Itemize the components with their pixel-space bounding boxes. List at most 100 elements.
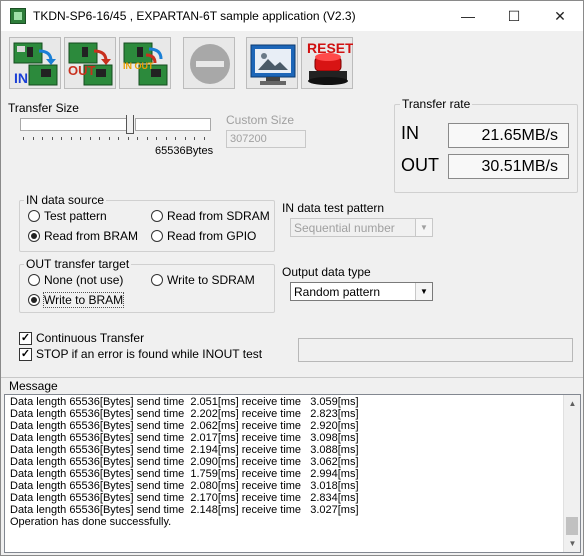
message-line: Data length 65536[Bytes] send time 2.080… [10,480,359,492]
svg-text:IN OUT: IN OUT [123,61,154,71]
scroll-up-icon[interactable]: ▲ [564,395,581,412]
slider-tick [203,137,205,140]
radio-write-bram[interactable] [28,294,40,306]
slider-tick [42,137,43,140]
status-field [298,338,573,362]
in-pattern-value: Sequential number [294,221,395,235]
reset-button[interactable]: RESET [301,37,353,89]
slider-tick [70,137,72,140]
close-button[interactable]: ✕ [537,1,583,31]
message-line: Data length 65536[Bytes] send time 2.194… [10,444,359,456]
out-board-icon: OUT [68,42,113,86]
slider-tick [175,137,176,140]
radio-none[interactable] [28,274,40,286]
message-line: Data length 65536[Bytes] send time 1.759… [10,468,359,480]
scroll-thumb[interactable] [566,517,578,535]
transfer-rate-group [394,104,578,193]
continuous-label[interactable]: Continuous Transfer [36,331,144,345]
out-type-value: Random pattern [294,285,381,299]
window-title: TKDN-SP6-16/45 , EXPARTAN-6T sample appl… [33,9,356,23]
stop-button[interactable] [183,37,235,89]
radio-test-pattern[interactable] [28,210,40,222]
message-line: Data length 65536[Bytes] send time 2.170… [10,492,359,504]
rate-out-value: 30.51MB/s [448,154,569,179]
reset-icon: RESET [307,40,353,85]
message-log[interactable]: Data length 65536[Bytes] send time 2.051… [4,394,581,553]
slider-tick [194,137,195,140]
in-source-title: IN data source [24,193,107,207]
out-target-title: OUT transfer target [24,257,132,271]
app-window: TKDN-SP6-16/45 , EXPARTAN-6T sample appl… [0,0,584,556]
radio-write-sdram[interactable] [151,274,163,286]
chevron-down-icon: ▼ [415,283,432,300]
slider-tick [51,137,53,140]
chevron-down-icon: ▼ [415,219,432,236]
in-pattern-select[interactable]: Sequential number ▼ [290,218,433,237]
transfer-size-slider-thumb[interactable] [126,115,134,134]
radio-read-gpio[interactable] [151,230,163,242]
transfer-size-ticks [23,137,213,141]
radio-read-bram-label[interactable]: Read from BRAM [44,229,138,243]
slider-tick [146,137,148,140]
transfer-size-slider-left[interactable] [20,118,128,131]
slider-tick [165,137,167,140]
custom-size-label: Custom Size [226,113,295,127]
scroll-down-icon[interactable]: ▼ [564,535,581,552]
transfer-size-slider-right[interactable] [135,118,211,131]
stop-icon [190,44,230,84]
monitor-icon [250,44,296,85]
in-transfer-button[interactable]: IN [9,37,61,89]
radio-read-sdram-label[interactable]: Read from SDRAM [167,209,270,223]
message-line: Operation has done successfully. [10,516,172,528]
slider-tick [118,137,119,140]
out-type-label: Output data type [282,265,371,279]
rate-in-label: IN [401,123,419,143]
view-button[interactable] [246,37,298,89]
slider-tick [137,137,138,140]
slider-tick [184,137,186,140]
inout-board-icon: IN OUT [123,42,168,86]
message-title: Message [9,379,58,393]
inout-transfer-button[interactable]: IN OUT [119,37,171,89]
divider [1,377,583,378]
in-source-group [19,200,275,252]
out-type-select[interactable]: Random pattern ▼ [290,282,433,301]
maximize-button[interactable]: ☐ [491,1,537,31]
slider-tick [89,137,91,140]
svg-text:IN: IN [14,70,28,86]
radio-test-pattern-label[interactable]: Test pattern [44,209,107,223]
slider-tick [99,137,100,140]
transfer-rate-title: Transfer rate [400,97,473,111]
stop-on-error-label[interactable]: STOP if an error is found while INOUT te… [36,347,262,361]
message-line: Data length 65536[Bytes] send time 2.062… [10,420,359,432]
slider-tick [127,137,129,140]
custom-size-input[interactable]: 307200 [226,130,306,148]
in-pattern-label: IN data test pattern [282,201,385,215]
svg-text:OUT: OUT [68,63,96,78]
message-line: Data length 65536[Bytes] send time 2.017… [10,432,359,444]
message-line: Data length 65536[Bytes] send time 2.202… [10,408,359,420]
slider-tick [61,137,62,140]
radio-read-bram[interactable] [28,230,40,242]
custom-size-value: 307200 [230,133,267,145]
radio-read-sdram[interactable] [151,210,163,222]
title-bar[interactable]: TKDN-SP6-16/45 , EXPARTAN-6T sample appl… [1,1,583,31]
minimize-button[interactable]: — [445,1,491,31]
radio-write-bram-label[interactable]: Write to BRAM [42,292,125,308]
stop-on-error-checkbox[interactable]: ✓ [19,348,32,361]
message-scrollbar[interactable]: ▲ ▼ [563,395,580,552]
slider-tick [108,137,110,140]
in-board-icon: IN [13,42,58,86]
radio-read-gpio-label[interactable]: Read from GPIO [167,229,256,243]
message-line: Data length 65536[Bytes] send time 2.148… [10,504,359,516]
radio-none-label[interactable]: None (not use) [44,273,123,287]
continuous-checkbox[interactable]: ✓ [19,332,32,345]
out-transfer-button[interactable]: OUT [64,37,116,89]
radio-write-sdram-label[interactable]: Write to SDRAM [167,273,255,287]
app-icon [10,8,26,24]
slider-tick [32,137,34,140]
slider-tick [80,137,81,140]
slider-tick [23,137,24,140]
message-line: Data length 65536[Bytes] send time 2.090… [10,456,359,468]
transfer-size-label: Transfer Size [8,101,79,115]
